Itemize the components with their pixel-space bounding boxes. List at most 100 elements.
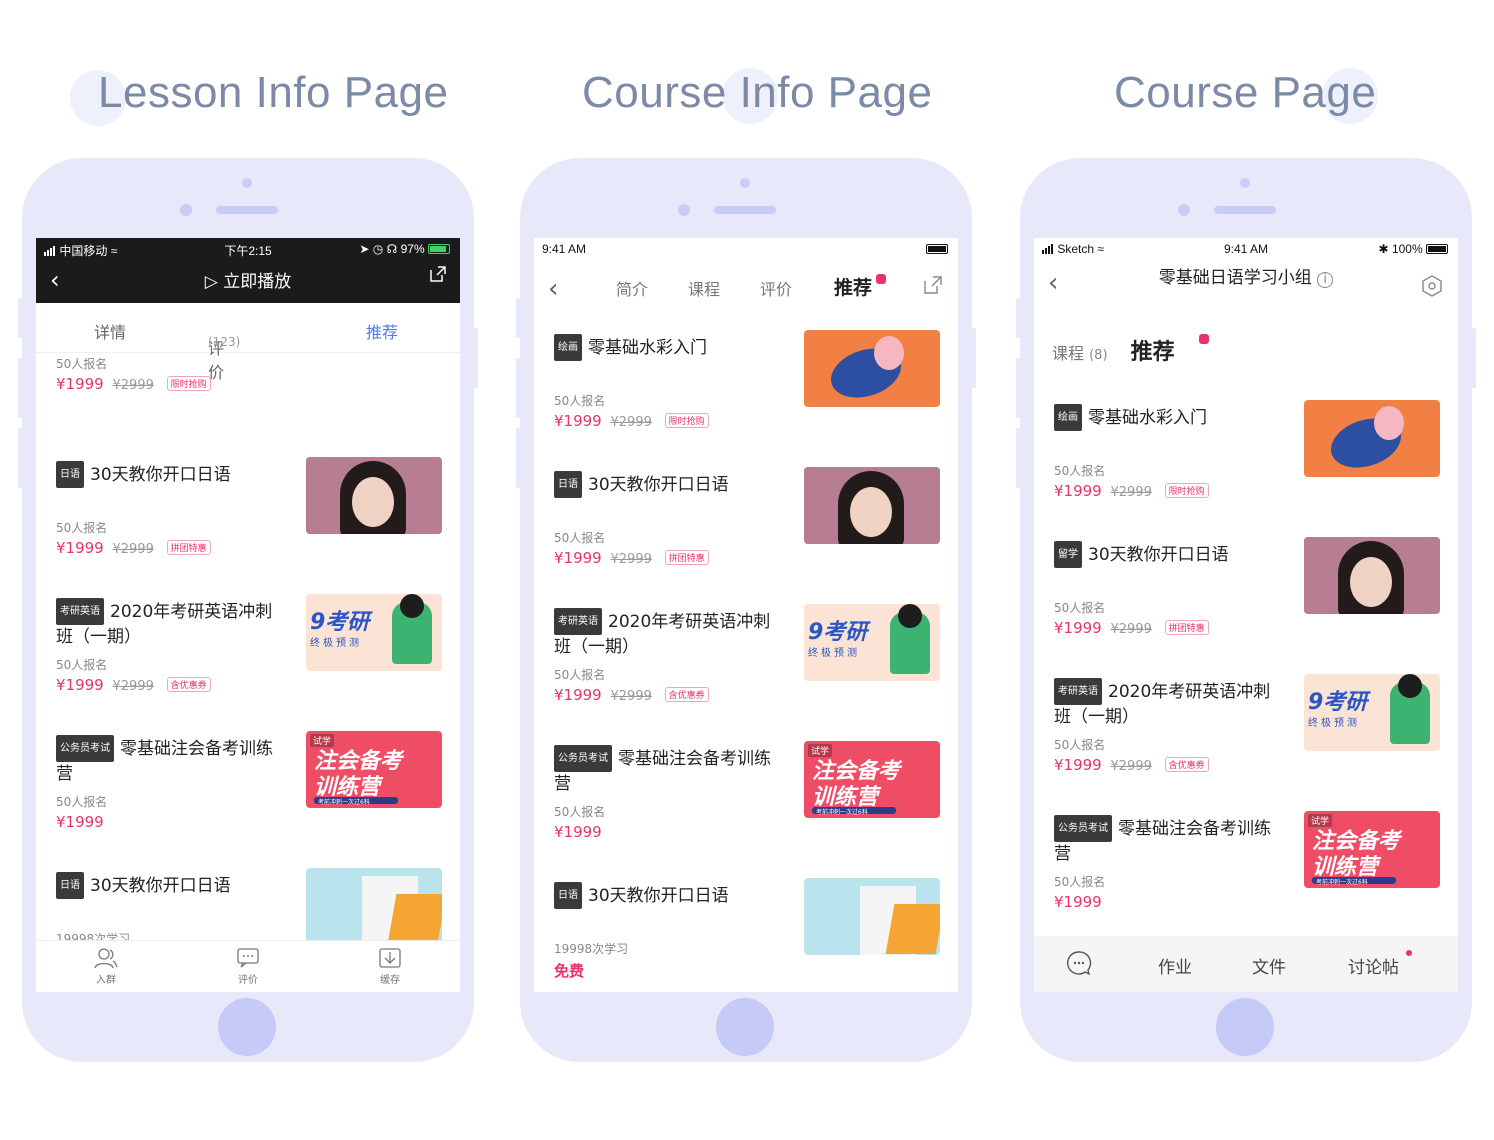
tab-recommend[interactable]: 推荐 <box>366 319 398 343</box>
thumb-text: 终极预测 <box>1308 718 1360 729</box>
comment-icon <box>218 947 278 971</box>
enrolled-count: 50人报名 <box>554 668 606 682</box>
course-list: 绘画 零基础水彩入门 50人报名 ¥1999 ¥2999 限时抢购 留学 30天教你… <box>1034 400 1458 936</box>
info-icon[interactable]: i <box>1317 272 1334 288</box>
list-item[interactable]: 绘画 零基础水彩入门 50人报名 ¥1999 ¥2999 限时抢购 <box>1034 400 1458 537</box>
tab-intro[interactable]: 简介 <box>616 276 648 300</box>
enrolled-count: 50人报名 <box>554 805 606 819</box>
list-item[interactable]: 日语 30天教你开口日语 50人报名 ¥1999 ¥2999 拼团特惠 <box>534 467 958 604</box>
course-thumbnail <box>306 868 442 943</box>
share-icon[interactable] <box>428 264 448 288</box>
battery-icon <box>428 244 450 254</box>
status-right: ➤ ◷ ☊ 97% <box>359 242 450 256</box>
screen: Sketch ≈ 9:41 AM ✱ 100% ‹ 零基础日语学习小组 i 课程… <box>1034 238 1458 992</box>
headphones-icon: ☊ <box>386 242 398 256</box>
price-original: ¥2999 <box>1110 759 1152 774</box>
cache-button[interactable]: 缓存 <box>360 947 420 986</box>
review-label: 评价 <box>238 975 258 986</box>
enrolled-count: 50人报名 <box>56 357 108 371</box>
course-thumbnail: 试学 注会备考 训练营 考前冲刺一次过6科 <box>1304 811 1440 888</box>
list-item[interactable]: 考研英语 2020年考研英语冲刺班（一期） 50人报名 ¥1999 ¥2999 含… <box>1034 674 1458 811</box>
nav-bar: ‹ 简介 课程 评价 推荐 <box>534 268 958 308</box>
side-button <box>516 428 520 488</box>
list-item[interactable]: 50人报名 ¥1999 ¥2999 限时抢购 <box>36 353 460 430</box>
course-thumbnail <box>804 330 940 407</box>
course-title: 公务员考试 零基础注会备考训练营 <box>1054 815 1284 867</box>
side-button <box>1016 298 1020 338</box>
course-title-text: 30天教你开口日语 <box>90 465 231 485</box>
side-button <box>18 358 22 418</box>
tab-recommend[interactable]: 推荐 <box>834 273 872 300</box>
play-now-button[interactable]: ▷ 立即播放 <box>36 267 460 292</box>
camera <box>242 178 252 188</box>
tab-course[interactable]: 课程 (8) <box>1052 344 1108 363</box>
tab-course[interactable]: 课程 <box>688 276 720 300</box>
page-title: Course Info Page <box>582 68 933 117</box>
group-title-text: 零基础日语学习小组 <box>1158 268 1312 288</box>
course-list: 绘画 零基础水彩入门 50人报名 ¥1999 ¥2999 限时抢购 日语 30天教你… <box>534 330 958 992</box>
page-title: Course Page <box>1114 68 1377 117</box>
free-label: 免费 <box>554 962 585 980</box>
price-now: ¥1999 <box>554 412 602 430</box>
course-title: 日语 30天教你开口日语 <box>56 872 286 899</box>
list-item[interactable]: 留学 30天教你开口日语 50人报名 ¥1999 ¥2999 拼团特惠 <box>1034 537 1458 674</box>
price-now: ¥1999 <box>56 375 104 393</box>
price-original: ¥2999 <box>112 542 154 557</box>
list-item[interactable]: 日语 30天教你开口日语 19998次学习 <box>36 868 460 943</box>
list-item[interactable]: 公务员考试 零基础注会备考训练营 50人报名 ¥1999 试学 注会备考 训练营 … <box>534 741 958 878</box>
discussion-tab[interactable]: 讨论帖 <box>1348 953 1399 978</box>
side-button <box>474 328 478 388</box>
sensor <box>180 204 192 216</box>
course-title-text: 30天教你开口日语 <box>90 876 231 896</box>
price: ¥1999 ¥2999 限时抢购 <box>1054 482 1209 500</box>
group-icon <box>76 947 136 971</box>
enrolled-count: 50人报名 <box>1054 601 1106 615</box>
course-title: 日语 30天教你开口日语 <box>554 882 784 909</box>
home-button[interactable] <box>1216 998 1274 1056</box>
home-button[interactable] <box>218 998 276 1056</box>
settings-icon[interactable] <box>1420 274 1444 302</box>
review-button[interactable]: 评价 <box>218 947 278 986</box>
promo-tag: 含优惠券 <box>1164 757 1209 772</box>
home-button[interactable] <box>716 998 774 1056</box>
files-tab[interactable]: 文件 <box>1252 953 1286 978</box>
course-title-text: 零基础水彩入门 <box>588 338 707 358</box>
tab-course-label: 课程 <box>1052 344 1085 363</box>
price-original: ¥2999 <box>610 689 652 704</box>
thumb-text: 考前冲刺一次过6科 <box>318 799 370 806</box>
homework-tab[interactable]: 作业 <box>1158 953 1192 978</box>
share-icon[interactable] <box>922 274 944 300</box>
side-button <box>516 358 520 418</box>
bluetooth-icon: ✱ <box>1378 242 1389 256</box>
thumb-text: 9考研 <box>808 620 868 645</box>
promo-tag: 拼团特惠 <box>1164 620 1209 635</box>
price-original: ¥2999 <box>112 378 154 393</box>
list-item[interactable]: 日语 30天教你开口日语 19998次学习 免费 <box>534 878 958 992</box>
course-title: 考研英语 2020年考研英语冲刺班（一期） <box>56 598 286 650</box>
join-group-label: 入群 <box>96 975 116 986</box>
list-item[interactable]: 绘画 零基础水彩入门 50人报名 ¥1999 ¥2999 限时抢购 <box>534 330 958 467</box>
tab-review[interactable]: 评价 <box>760 276 792 300</box>
tab-review-count: (123) <box>208 335 241 349</box>
list-item[interactable]: 公务员考试 零基础注会备考训练营 50人报名 ¥1999 试学 注会备考 训练营 … <box>36 731 460 868</box>
list-item[interactable]: 考研英语 2020年考研英语冲刺班（一期） 50人报名 ¥1999 ¥2999 含… <box>534 604 958 741</box>
course-title: 考研英语 2020年考研英语冲刺班（一期） <box>1054 678 1284 730</box>
category-badge: 日语 <box>554 471 582 498</box>
join-group-button[interactable]: 入群 <box>76 947 136 986</box>
status-bar: Sketch ≈ 9:41 AM ✱ 100% <box>1034 238 1458 260</box>
stage: Lesson Info Page Course Info Page Course… <box>0 0 1494 1140</box>
price-now: ¥1999 <box>554 549 602 567</box>
camera <box>740 178 750 188</box>
list-item[interactable]: 考研英语 2020年考研英语冲刺班（一期） 50人报名 ¥1999 ¥2999 含… <box>36 594 460 731</box>
course-title: 留学 30天教你开口日语 <box>1054 541 1284 568</box>
price-now: ¥1999 <box>554 686 602 704</box>
back-icon[interactable]: ‹ <box>548 274 558 304</box>
list-item[interactable]: 日语 30天教你开口日语 50人报名 ¥1999 ¥2999 拼团特惠 <box>36 457 460 594</box>
tab-recommend[interactable]: 推荐 <box>1131 340 1175 365</box>
list-item[interactable]: 公务员考试 零基础注会备考训练营 50人报名 ¥1999 试学 注会备考 训练营 … <box>1034 811 1458 936</box>
phone-course-info: 9:41 AM ‹ 简介 课程 评价 推荐 绘画 零基础水彩入门 50人报名 ¥1… <box>516 158 976 1062</box>
chat-icon[interactable] <box>1066 950 1092 981</box>
tab-detail[interactable]: 详情 <box>94 319 126 343</box>
cache-label: 缓存 <box>380 975 400 986</box>
category-badge: 考研英语 <box>554 608 602 635</box>
